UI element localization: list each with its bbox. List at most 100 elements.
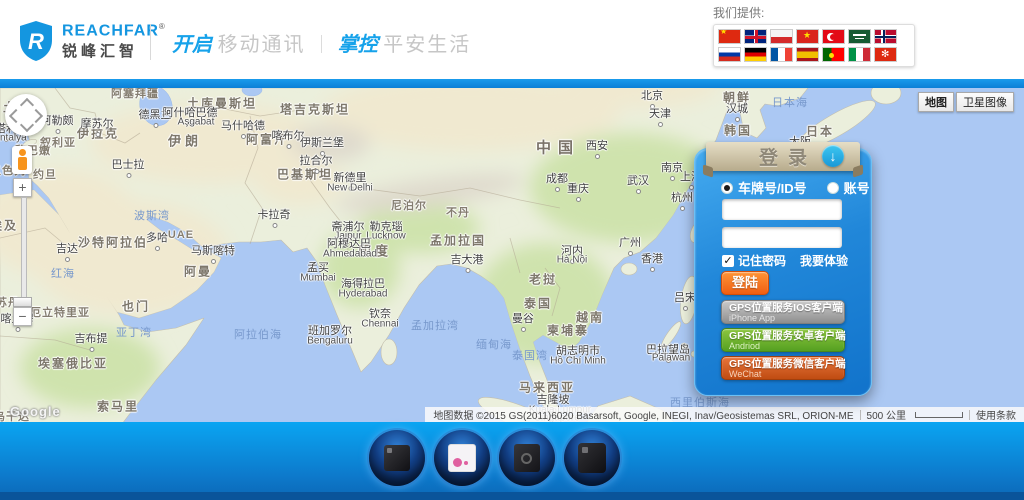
map-label: 吉达 — [56, 240, 78, 256]
zoom-out-button[interactable]: − — [13, 307, 32, 326]
reachfar-logo[interactable]: R REACHFAR® 锐峰汇智 — [18, 20, 165, 62]
turkey-flag[interactable] — [822, 29, 845, 44]
map-label: 摩苏尔 — [81, 115, 114, 131]
map-label: 孟加拉湾 — [411, 317, 459, 333]
map-label: 德黑兰 — [139, 106, 172, 122]
wechat-app-button[interactable]: GPS位置服务微信客户端 WeChat — [721, 356, 845, 380]
map-label: 老挝 — [529, 271, 557, 288]
uk-flag[interactable] — [744, 29, 767, 44]
portugal-flag[interactable] — [822, 47, 845, 62]
map-label: Ahmedabad — [323, 249, 377, 260]
slogan-text-2: 平安生活 — [383, 34, 471, 56]
pan-down-icon[interactable] — [20, 118, 34, 132]
username-input[interactable] — [722, 199, 842, 220]
map-label: 西安 — [586, 137, 608, 153]
map-label: Chennai — [361, 319, 398, 330]
page-header: R REACHFAR® 锐峰汇智 开启 移动通讯 掌控 平安生活 我们提供: — [0, 0, 1024, 79]
map-label: 孟买 — [307, 259, 329, 275]
remember-password-label[interactable]: 记住密码 — [738, 252, 786, 269]
france-flag[interactable] — [770, 47, 793, 62]
pan-left-icon[interactable] — [9, 109, 23, 123]
poland-flag[interactable] — [770, 29, 793, 44]
norway-flag[interactable] — [874, 29, 897, 44]
registered-mark: ® — [159, 22, 165, 31]
zoom-in-button[interactable]: + — [13, 178, 32, 197]
account-radio[interactable] — [827, 182, 839, 194]
map-label: 沙特阿拉伯 — [78, 234, 148, 251]
zoom-slider-track[interactable] — [21, 197, 27, 307]
login-ribbon: 登录 ↓ — [706, 142, 860, 171]
map-label: 中国 — [536, 137, 580, 158]
map-label: 巴基斯坦 — [277, 166, 333, 183]
map-label: 不丹 — [446, 204, 470, 220]
trial-link[interactable]: 我要体验 — [800, 252, 848, 269]
satellite-view-button[interactable]: 卫星图像 — [956, 92, 1014, 112]
zoom-slider-handle[interactable] — [13, 297, 32, 307]
slogan-strong-2: 掌控 — [338, 34, 378, 56]
terms-of-use-link[interactable]: 使用条款 — [976, 407, 1016, 422]
map-label: 叙利亚 — [40, 134, 76, 150]
map-label: 马斯喀特 — [191, 242, 235, 258]
ios-app-button[interactable]: GPS位置服务IOS客户端 iPhone App — [721, 300, 845, 324]
map-pan-control[interactable] — [5, 94, 47, 136]
login-submit-button[interactable]: 登陆 — [721, 271, 769, 295]
italy-flag[interactable] — [848, 47, 871, 62]
plate-id-radio-label[interactable]: 车牌号/ID号 — [738, 178, 807, 197]
map-label: 伊朗 — [168, 131, 202, 150]
slogan-divider — [321, 35, 322, 53]
product-carousel — [369, 430, 620, 486]
pan-up-icon[interactable] — [20, 98, 34, 112]
russia-flag[interactable] — [718, 47, 741, 62]
saudi-arabia-flag[interactable] — [848, 29, 871, 44]
flags-label: 我们提供: — [713, 4, 915, 21]
map-view-button[interactable]: 地图 — [918, 92, 954, 112]
password-input[interactable] — [722, 227, 842, 248]
map-label: 喀布尔 — [272, 127, 305, 143]
map-attribution-bar: 地图数据 ©2015 GS(2011)6020 Basarsoft, Googl… — [425, 407, 1024, 422]
login-title: 登录 — [749, 143, 817, 170]
map-label: Bengaluru — [307, 336, 353, 347]
map-label: 天津 — [649, 105, 671, 121]
gps-tracker-product-2[interactable] — [434, 430, 490, 486]
gps-tracker-product-3[interactable] — [499, 430, 555, 486]
footer-bar — [0, 422, 1024, 500]
map-label: Mumbai — [300, 273, 336, 284]
hong-kong-flag[interactable] — [874, 47, 897, 62]
map-label: Hyderabad — [339, 289, 388, 300]
map-label: 胡志明市 — [556, 342, 600, 358]
map-label: 马什哈德 — [221, 117, 265, 133]
gps-device-image — [514, 444, 540, 472]
android-app-button[interactable]: GPS位置服务安卓客户端 Andriod — [721, 328, 845, 352]
map-label: 约旦 — [33, 166, 57, 182]
gps-device-image — [578, 443, 606, 473]
map-label: 日本 — [806, 123, 834, 140]
pegman-streetview-control[interactable] — [12, 146, 32, 174]
germany-flag[interactable] — [744, 47, 767, 62]
pan-right-icon[interactable] — [29, 109, 43, 123]
map-zoom-control: + − — [13, 178, 32, 326]
map-label: 南京 — [661, 159, 683, 175]
map-label: Palawan — [652, 353, 690, 364]
china-flag[interactable] — [718, 29, 741, 44]
map-label: 土库曼斯坦 — [187, 95, 257, 112]
map-label: 重庆 — [567, 180, 589, 196]
remember-password-checkbox[interactable]: ✓ — [722, 255, 734, 267]
map-label: Lucknow — [366, 231, 405, 242]
download-arrow-button[interactable]: ↓ — [822, 145, 844, 167]
vietnam-flag[interactable] — [796, 29, 819, 44]
map-label: 河内 — [561, 242, 583, 258]
map-label: 吕宋 — [674, 289, 696, 305]
gps-tracker-product-4[interactable] — [564, 430, 620, 486]
spain-flag[interactable] — [796, 47, 819, 62]
map-label: 吉大港 — [451, 251, 484, 267]
map-label: 拉合尔 — [300, 152, 333, 168]
map-label: 朝鲜 — [723, 89, 751, 106]
shield-logo-icon: R — [18, 20, 54, 62]
plate-id-radio[interactable] — [721, 182, 733, 194]
map-label: 武汉 — [627, 172, 649, 188]
map-label: 吉布提 — [75, 330, 108, 346]
map-label: 柬埔寨 — [547, 322, 589, 339]
gps-tracker-product-1[interactable] — [369, 430, 425, 486]
svg-text:R: R — [28, 29, 44, 54]
account-radio-label[interactable]: 账号 — [844, 178, 870, 197]
